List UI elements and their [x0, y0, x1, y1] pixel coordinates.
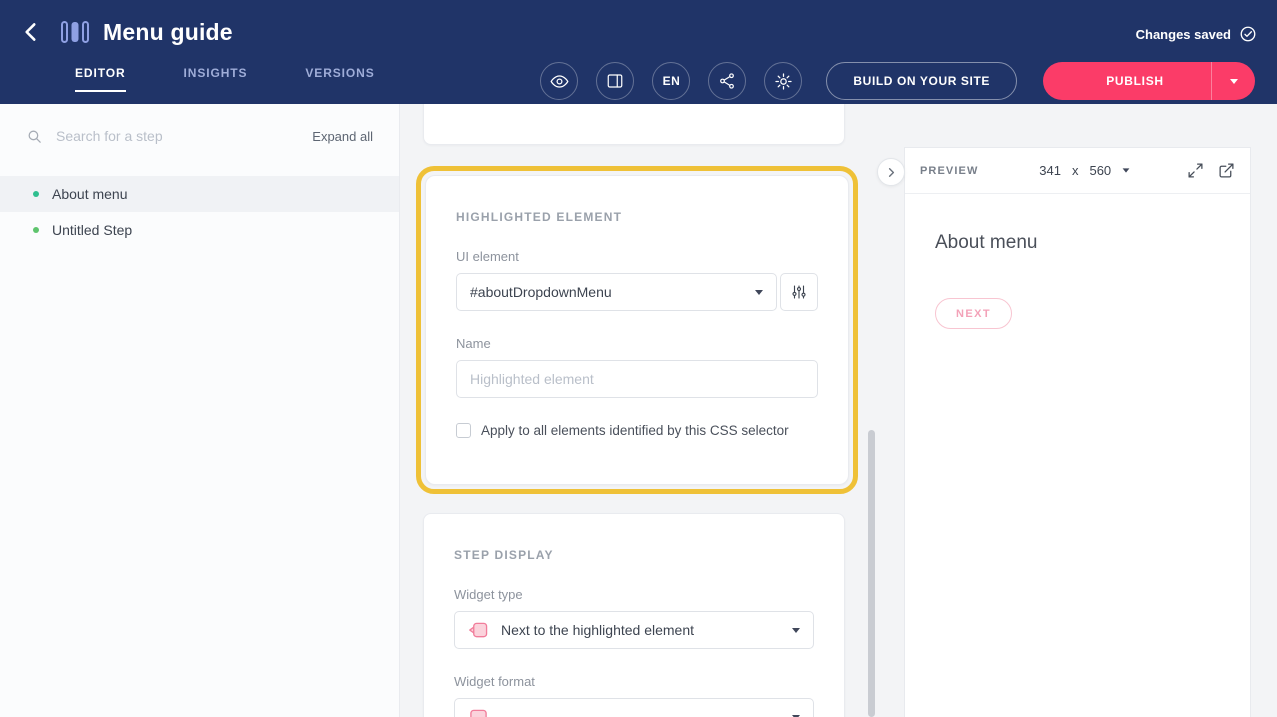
widget-format-select[interactable]	[454, 698, 814, 717]
step-display-card: STEP DISPLAY Widget type Next to the hig…	[423, 513, 845, 717]
preview-actions	[1187, 162, 1235, 179]
step-status-dot	[33, 227, 39, 233]
external-link-icon	[1218, 162, 1235, 179]
changes-saved-label: Changes saved	[1136, 27, 1231, 42]
chevron-left-icon	[18, 19, 44, 45]
previous-settings-card	[423, 104, 845, 145]
build-on-site-button[interactable]: BUILD ON YOUR SITE	[826, 62, 1017, 100]
highlighted-element-name-input[interactable]	[456, 360, 818, 398]
preview-panel: PREVIEW 341 x 560 About menu NEXT	[904, 147, 1251, 717]
ui-element-select[interactable]: #aboutDropdownMenu	[456, 273, 777, 311]
chevron-down-icon	[792, 628, 800, 633]
header-title-row: Menu guide Changes saved	[0, 0, 1277, 52]
open-in-new-tab-button[interactable]	[1218, 162, 1235, 179]
layout-icon	[606, 72, 624, 90]
ui-element-select-row: #aboutDropdownMenu	[456, 273, 818, 311]
widget-type-select[interactable]: Next to the highlighted element	[454, 611, 814, 649]
preview-title: PREVIEW	[920, 165, 978, 177]
preview-height-value: 560	[1089, 163, 1111, 178]
tooltip-widget-icon	[468, 621, 489, 640]
tab-insights[interactable]: INSIGHTS	[184, 66, 248, 92]
columns-logo-icon	[60, 19, 90, 45]
expand-all-link[interactable]: Expand all	[312, 129, 373, 144]
preview-header: PREVIEW 341 x 560	[905, 148, 1250, 194]
check-circle-icon	[1239, 25, 1257, 43]
gear-icon	[774, 72, 793, 91]
sliders-icon	[790, 283, 808, 301]
apply-all-row: Apply to all elements identified by this…	[456, 423, 818, 438]
language-button[interactable]: EN	[652, 62, 690, 100]
highlighted-element-card: HIGHLIGHTED ELEMENT UI element #aboutDro…	[425, 175, 849, 485]
step-status-dot	[33, 191, 39, 197]
step-item-untitled[interactable]: Untitled Step	[0, 212, 399, 248]
preview-eye-button[interactable]	[540, 62, 578, 100]
tab-versions[interactable]: VERSIONS	[305, 66, 374, 92]
settings-button[interactable]	[764, 62, 802, 100]
page-title: Menu guide	[103, 19, 233, 46]
step-list: About menu Untitled Step	[0, 176, 399, 248]
share-button[interactable]	[708, 62, 746, 100]
maximize-icon	[1187, 162, 1204, 179]
share-icon	[718, 72, 736, 90]
ui-element-value: #aboutDropdownMenu	[470, 284, 612, 300]
header-actions: EN BUILD ON YOUR SITE PUBLISH	[540, 62, 1255, 100]
widget-type-label: Widget type	[454, 587, 814, 602]
element-selector-settings-button[interactable]	[780, 273, 818, 311]
chevron-down-icon	[755, 290, 763, 295]
preview-size-separator: x	[1072, 163, 1079, 178]
chevron-down-icon	[1230, 79, 1238, 84]
step-label: Untitled Step	[52, 222, 132, 238]
ui-element-label: UI element	[456, 249, 818, 264]
chevron-right-icon	[884, 165, 899, 180]
editor-scrollbar-thumb[interactable]	[868, 430, 875, 717]
highlight-ring: HIGHLIGHTED ELEMENT UI element #aboutDro…	[416, 166, 858, 494]
preview-body: About menu NEXT	[905, 194, 1250, 329]
editor-main-area: HIGHLIGHTED ELEMENT UI element #aboutDro…	[401, 104, 878, 717]
section-title: STEP DISPLAY	[454, 548, 814, 562]
back-button[interactable]	[18, 19, 44, 45]
widget-format-label: Widget format	[454, 674, 814, 689]
eye-icon	[550, 72, 569, 91]
chevron-down-icon	[1123, 168, 1130, 172]
format-widget-icon	[468, 708, 489, 717]
preview-step-heading: About menu	[935, 232, 1220, 254]
collapse-preview-button[interactable]	[877, 158, 905, 186]
publish-button-group: PUBLISH	[1043, 62, 1255, 100]
layout-panel-button[interactable]	[596, 62, 634, 100]
step-search-row: Expand all	[0, 104, 399, 168]
name-label: Name	[456, 336, 818, 351]
preview-next-button[interactable]: NEXT	[935, 298, 1012, 329]
tab-editor[interactable]: EDITOR	[75, 66, 126, 92]
expand-preview-button[interactable]	[1187, 162, 1204, 179]
step-item-about-menu[interactable]: About menu	[0, 176, 399, 212]
search-input[interactable]	[54, 127, 301, 145]
widget-type-value: Next to the highlighted element	[501, 622, 694, 638]
app-logo-icon	[60, 19, 90, 45]
publish-button[interactable]: PUBLISH	[1043, 62, 1211, 100]
preview-size-select[interactable]: 341 x 560	[1035, 163, 1130, 178]
steps-sidebar: Expand all About menu Untitled Step	[0, 104, 400, 717]
changes-saved-status: Changes saved	[1136, 25, 1257, 43]
section-title: HIGHLIGHTED ELEMENT	[456, 210, 818, 224]
apply-all-checkbox[interactable]	[456, 423, 471, 438]
publish-dropdown-button[interactable]	[1211, 62, 1255, 100]
step-label: About menu	[52, 186, 128, 202]
preview-width-value: 341	[1039, 163, 1061, 178]
search-icon	[26, 128, 43, 145]
apply-all-label: Apply to all elements identified by this…	[481, 423, 789, 438]
top-header: Menu guide Changes saved EDITOR INSIGHTS…	[0, 0, 1277, 104]
